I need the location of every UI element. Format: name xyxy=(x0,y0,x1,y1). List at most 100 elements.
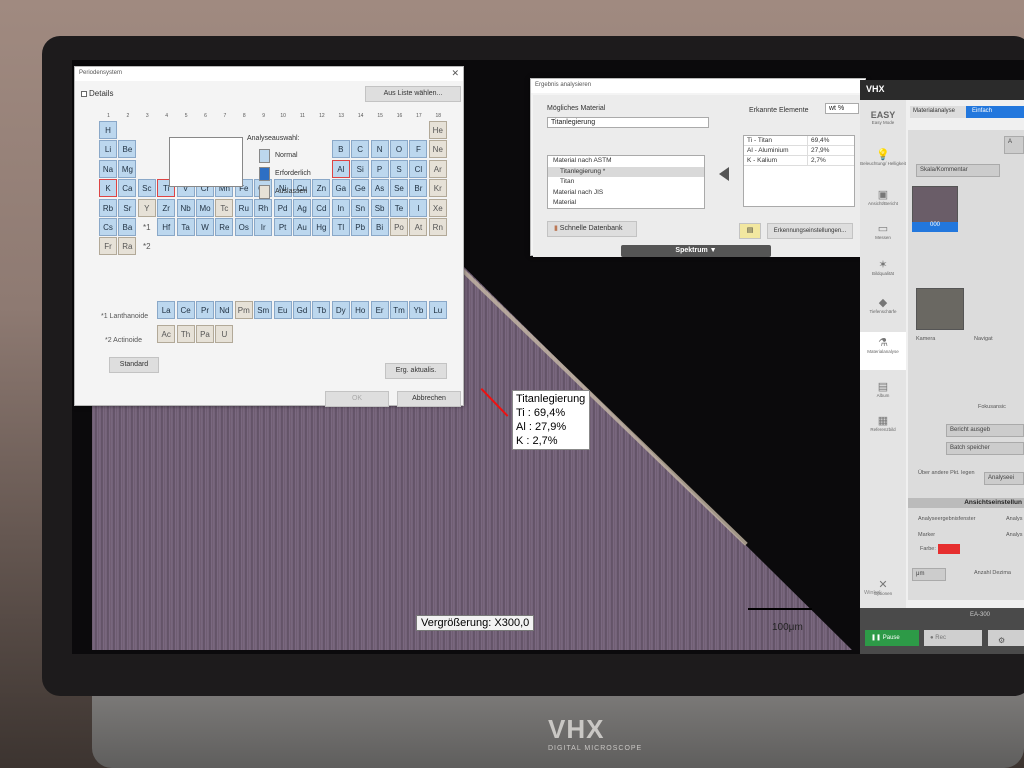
element-P[interactable]: P xyxy=(370,159,389,178)
element-Tm[interactable]: Tm xyxy=(390,301,408,319)
element-Cs[interactable]: Cs xyxy=(99,218,117,236)
element-Au[interactable]: Au xyxy=(293,218,311,236)
element-Yb[interactable]: Yb xyxy=(409,301,428,319)
tree-item-jis[interactable]: Material nach JIS xyxy=(548,188,704,199)
element-Kr[interactable]: Kr xyxy=(428,179,447,198)
element-H[interactable]: H xyxy=(99,121,117,139)
element-Eu[interactable]: Eu xyxy=(273,301,292,319)
element-Sm[interactable]: Sm xyxy=(254,301,273,319)
sidebar-item-album[interactable]: ▤ Album xyxy=(860,380,906,398)
element-Os[interactable]: Os xyxy=(234,218,253,236)
cancel-button[interactable]: Abbrechen xyxy=(397,391,461,407)
element-O[interactable]: O xyxy=(390,140,408,159)
settings-button[interactable]: ⚙ xyxy=(988,630,1024,646)
element-Ne[interactable]: Ne xyxy=(428,140,447,159)
element-K[interactable]: K xyxy=(99,179,117,198)
element-Ba[interactable]: Ba xyxy=(118,218,137,236)
navigation-label[interactable]: Navigat xyxy=(974,336,993,342)
element-Pb[interactable]: Pb xyxy=(351,218,370,236)
element-Er[interactable]: Er xyxy=(370,301,389,319)
element-Nb[interactable]: Nb xyxy=(176,198,195,217)
element-As[interactable]: As xyxy=(370,179,389,198)
element-F[interactable]: F xyxy=(409,140,428,159)
close-icon[interactable]: ✕ xyxy=(451,68,459,79)
element-S[interactable]: S xyxy=(390,159,408,178)
tree-item-titanium[interactable]: Titan xyxy=(548,177,704,188)
element-Ta[interactable]: Ta xyxy=(176,218,195,236)
element-Sn[interactable]: Sn xyxy=(351,198,370,217)
element-Cl[interactable]: Cl xyxy=(409,159,428,178)
element-Tl[interactable]: Tl xyxy=(331,218,350,236)
material-tree[interactable]: Material nach ASTM Titanlegierung * Tita… xyxy=(547,155,705,209)
element-He[interactable]: He xyxy=(428,121,447,139)
element-Hf[interactable]: Hf xyxy=(157,218,176,236)
element-Ca[interactable]: Ca xyxy=(118,179,137,198)
element-Xe[interactable]: Xe xyxy=(428,198,447,217)
element-Te[interactable]: Te xyxy=(390,198,408,217)
annotation-box[interactable]: Titanlegierung Ti : 69,4% Al : 27,9% K :… xyxy=(512,390,590,450)
element-Mg[interactable]: Mg xyxy=(118,159,137,178)
element-Sc[interactable]: Sc xyxy=(137,179,156,198)
element-Sr[interactable]: Sr xyxy=(118,198,137,217)
sidebar-item-depth[interactable]: ◆ Tiefenschärfe xyxy=(860,296,906,314)
material-field[interactable]: Titanlegierung xyxy=(547,117,709,128)
element-Si[interactable]: Si xyxy=(351,159,370,178)
element-Se[interactable]: Se xyxy=(390,179,408,198)
element-Zn[interactable]: Zn xyxy=(312,179,331,198)
tree-item-titanium-alloy[interactable]: Titanlegierung * xyxy=(548,166,704,177)
element-Rn[interactable]: Rn xyxy=(428,218,447,236)
standard-button[interactable]: Standard xyxy=(109,357,159,373)
element-Na[interactable]: Na xyxy=(99,159,117,178)
element-I[interactable]: I xyxy=(409,198,428,217)
analysis-checkbox[interactable]: Analys xyxy=(1006,532,1023,538)
quick-database-button[interactable]: ▮ Schnelle Datenbank xyxy=(547,221,637,237)
element-Br[interactable]: Br xyxy=(409,179,428,198)
element-Y[interactable]: Y xyxy=(137,198,156,217)
element-Gd[interactable]: Gd xyxy=(293,301,311,319)
tab-simple[interactable]: Einfach xyxy=(966,106,1024,118)
batch-save-button[interactable]: Batch speicher xyxy=(946,442,1024,455)
element-C[interactable]: C xyxy=(351,140,370,159)
sidebar-item-measure[interactable]: ▭ Messen xyxy=(860,222,906,240)
detection-settings-button[interactable]: Erkennungseinstellungen... xyxy=(767,223,853,239)
camera-preview[interactable] xyxy=(916,288,964,330)
sidebar-item-image-quality[interactable]: ✶ Bildqualität xyxy=(860,258,906,276)
add-button[interactable]: A xyxy=(1004,136,1024,154)
element-Ir[interactable]: Ir xyxy=(254,218,273,236)
element-Th[interactable]: Th xyxy=(176,325,195,343)
easy-mode-button[interactable]: EASY Easy Mode xyxy=(860,110,906,125)
export-icon[interactable]: ▤ xyxy=(739,223,761,239)
element-Pm[interactable]: Pm xyxy=(234,301,253,319)
element-W[interactable]: W xyxy=(196,218,214,236)
element-N[interactable]: N xyxy=(370,140,389,159)
spectrum-button[interactable]: Spektrum ▼ xyxy=(621,245,771,257)
rec-button[interactable]: ● Rec xyxy=(924,630,982,646)
element-Re[interactable]: Re xyxy=(215,218,234,236)
ok-button[interactable]: OK xyxy=(325,391,389,407)
report-button[interactable]: Bericht ausgeb xyxy=(946,424,1024,437)
element-Cd[interactable]: Cd xyxy=(312,198,331,217)
tree-item-material[interactable]: Material xyxy=(548,198,704,209)
element-Be[interactable]: Be xyxy=(118,140,137,159)
element-Ru[interactable]: Ru xyxy=(234,198,253,217)
element-Hg[interactable]: Hg xyxy=(312,218,331,236)
focus-label[interactable]: Fokusansic xyxy=(978,404,1006,410)
marker-color-swatch[interactable] xyxy=(938,544,960,554)
sidebar-item-lighting[interactable]: 💡 Beleuchtung/ Helligkeit xyxy=(860,148,906,166)
arrow-left-icon[interactable] xyxy=(719,167,729,181)
result-window-checkbox[interactable]: Analyseergebnisfenster xyxy=(918,516,975,522)
from-list-button[interactable]: Aus Liste wählen... xyxy=(365,86,461,102)
element-Ra[interactable]: Ra xyxy=(118,237,137,256)
element-Pd[interactable]: Pd xyxy=(273,198,292,217)
element-Rh[interactable]: Rh xyxy=(254,198,273,217)
element-Ar[interactable]: Ar xyxy=(428,159,447,178)
sidebar-item-material-analysis[interactable]: ⚗ Materialanalyse xyxy=(860,332,906,370)
element-Nd[interactable]: Nd xyxy=(215,301,234,319)
element-Rb[interactable]: Rb xyxy=(99,198,117,217)
element-Li[interactable]: Li xyxy=(99,140,117,159)
element-Al[interactable]: Al xyxy=(331,159,350,178)
tab-material-analysis[interactable]: Materialanalyse xyxy=(910,106,966,118)
element-Pt[interactable]: Pt xyxy=(273,218,292,236)
marker-checkbox[interactable]: Marker xyxy=(918,532,935,538)
sidebar-item-view-report[interactable]: ▣ Ansicht/Bericht xyxy=(860,188,906,206)
